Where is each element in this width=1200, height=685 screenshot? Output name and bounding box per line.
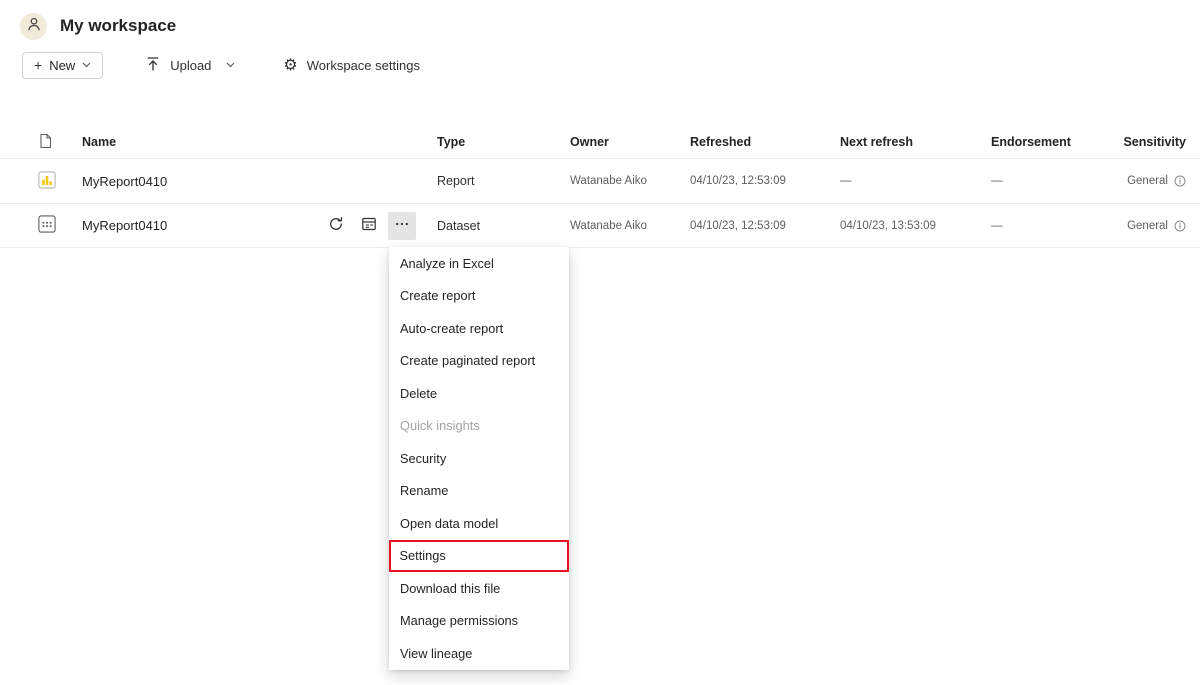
item-type: Report xyxy=(417,174,550,188)
menu-item-create-paginated-report[interactable]: Create paginated report xyxy=(389,345,569,378)
scheduled-refresh-icon xyxy=(361,216,377,235)
item-refreshed: 04/10/23, 12:53:09 xyxy=(670,220,820,232)
menu-item-create-report[interactable]: Create report xyxy=(389,280,569,313)
upload-button-label: Upload xyxy=(170,58,211,73)
workspace-page: My workspace + New Upload ⚙ xyxy=(0,0,1200,685)
item-endorsement: — xyxy=(971,220,1102,232)
new-button-label: New xyxy=(49,58,75,73)
column-header-name[interactable]: Name xyxy=(62,135,417,149)
item-sensitivity: General xyxy=(1102,175,1200,187)
items-table: Name Type Owner Refreshed Next refresh E… xyxy=(0,126,1200,248)
item-name-label: MyReport0410 xyxy=(82,218,167,233)
menu-item-download-this-file[interactable]: Download this file xyxy=(389,572,569,605)
upload-button[interactable]: Upload xyxy=(139,52,241,79)
new-button[interactable]: + New xyxy=(22,52,103,79)
document-icon xyxy=(38,133,53,152)
row-actions xyxy=(322,212,417,240)
item-name[interactable]: MyReport0410 xyxy=(62,174,417,189)
table-header-row: Name Type Owner Refreshed Next refresh E… xyxy=(0,126,1200,158)
dataset-item-icon-cell xyxy=(0,215,62,236)
column-header-sensitivity[interactable]: Sensitivity xyxy=(1102,135,1200,149)
more-horizontal-icon xyxy=(394,216,410,235)
person-icon xyxy=(26,16,42,37)
item-type-column-icon-cell xyxy=(0,133,62,152)
table-row-report[interactable]: MyReport0410 Report Watanabe Aiko 04/10/… xyxy=(0,158,1200,203)
workspace-avatar[interactable] xyxy=(20,13,47,40)
workspace-header: My workspace xyxy=(0,0,1200,42)
workspace-settings-label: Workspace settings xyxy=(307,58,420,73)
item-name-label: MyReport0410 xyxy=(82,174,167,189)
info-icon[interactable] xyxy=(1174,220,1186,232)
gear-icon: ⚙ xyxy=(283,57,297,73)
menu-item-open-data-model[interactable]: Open data model xyxy=(389,507,569,540)
menu-item-view-lineage[interactable]: View lineage xyxy=(389,637,569,670)
workspace-settings-button[interactable]: ⚙ Workspace settings xyxy=(277,53,426,77)
menu-item-manage-permissions[interactable]: Manage permissions xyxy=(389,605,569,638)
item-next-refresh: — xyxy=(820,175,971,187)
item-sensitivity: General xyxy=(1102,220,1200,232)
refresh-icon xyxy=(328,216,344,235)
item-name[interactable]: MyReport0410 xyxy=(62,212,417,240)
info-icon[interactable] xyxy=(1174,175,1186,187)
dataset-icon xyxy=(38,215,56,236)
sensitivity-label: General xyxy=(1127,220,1168,232)
chevron-down-icon xyxy=(226,62,235,68)
table-row-dataset[interactable]: MyReport0410 xyxy=(0,203,1200,248)
item-owner: Watanabe Aiko xyxy=(550,220,670,232)
column-header-next-refresh[interactable]: Next refresh xyxy=(820,135,971,149)
menu-item-analyze-in-excel[interactable]: Analyze in Excel xyxy=(389,247,569,280)
toolbar: + New Upload ⚙ Workspace settings xyxy=(0,49,1200,81)
menu-item-settings[interactable]: Settings xyxy=(389,540,569,573)
column-header-endorsement[interactable]: Endorsement xyxy=(971,135,1102,149)
report-item-icon-cell xyxy=(0,171,62,192)
column-header-type[interactable]: Type xyxy=(417,135,550,149)
item-next-refresh: 04/10/23, 13:53:09 xyxy=(820,220,971,232)
item-endorsement: — xyxy=(971,175,1102,187)
scheduled-refresh-button[interactable] xyxy=(355,212,383,240)
menu-item-quick-insights: Quick insights xyxy=(389,410,569,443)
menu-item-security[interactable]: Security xyxy=(389,442,569,475)
item-owner: Watanabe Aiko xyxy=(550,175,670,187)
item-context-menu: Analyze in Excel Create report Auto-crea… xyxy=(389,247,569,670)
column-header-owner[interactable]: Owner xyxy=(550,135,670,149)
column-header-refreshed[interactable]: Refreshed xyxy=(670,135,820,149)
report-icon xyxy=(38,171,56,192)
sensitivity-label: General xyxy=(1127,175,1168,187)
item-refreshed: 04/10/23, 12:53:09 xyxy=(670,175,820,187)
plus-icon: + xyxy=(34,58,42,72)
menu-item-delete[interactable]: Delete xyxy=(389,377,569,410)
item-type: Dataset xyxy=(417,219,550,233)
page-title: My workspace xyxy=(60,16,176,36)
menu-item-auto-create-report[interactable]: Auto-create report xyxy=(389,312,569,345)
chevron-down-icon xyxy=(82,62,91,68)
upload-icon xyxy=(145,56,161,75)
more-options-button[interactable] xyxy=(388,212,416,240)
refresh-now-button[interactable] xyxy=(322,212,350,240)
menu-item-rename[interactable]: Rename xyxy=(389,475,569,508)
